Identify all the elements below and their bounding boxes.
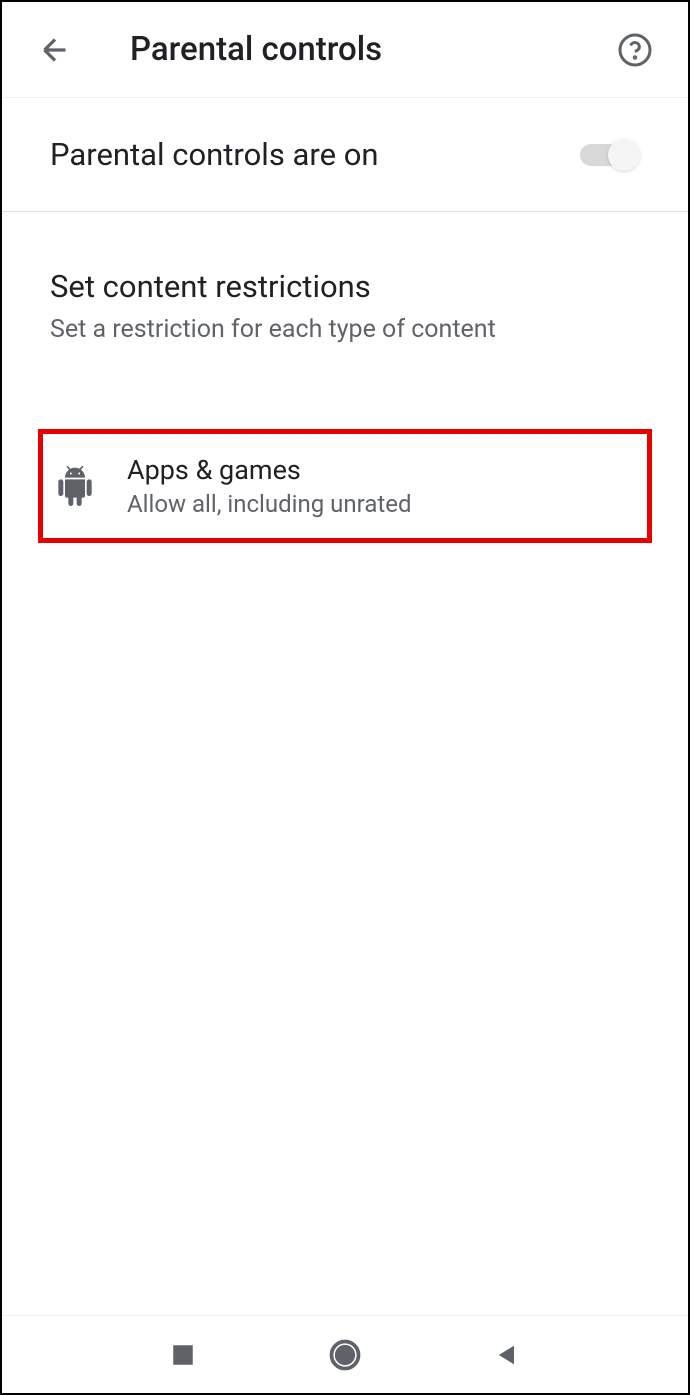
page-title: Parental controls bbox=[130, 30, 610, 69]
android-icon bbox=[51, 462, 99, 510]
list-item-title: Apps & games bbox=[127, 454, 412, 486]
restrictions-title: Set content restrictions bbox=[50, 268, 640, 305]
list-item-text: Apps & games Allow all, including unrate… bbox=[127, 454, 412, 518]
nav-back-button[interactable] bbox=[477, 1325, 537, 1385]
help-circle-icon bbox=[617, 32, 653, 68]
help-button[interactable] bbox=[610, 25, 660, 75]
back-button[interactable] bbox=[30, 25, 80, 75]
circle-icon bbox=[327, 1337, 363, 1373]
arrow-left-icon bbox=[37, 32, 73, 68]
system-nav-bar bbox=[2, 1315, 688, 1393]
app-header: Parental controls bbox=[2, 2, 688, 98]
restrictions-subtitle: Set a restriction for each type of conte… bbox=[50, 315, 640, 344]
restrictions-header: Set content restrictions Set a restricti… bbox=[2, 212, 688, 364]
toggle-label: Parental controls are on bbox=[50, 136, 379, 173]
nav-recent-button[interactable] bbox=[153, 1325, 213, 1385]
apps-games-item[interactable]: Apps & games Allow all, including unrate… bbox=[38, 429, 652, 543]
nav-home-button[interactable] bbox=[315, 1325, 375, 1385]
parental-controls-toggle-row: Parental controls are on bbox=[2, 98, 688, 212]
triangle-left-icon bbox=[493, 1341, 521, 1369]
list-item-subtitle: Allow all, including unrated bbox=[127, 490, 412, 518]
toggle-thumb bbox=[608, 139, 640, 171]
parental-controls-toggle[interactable] bbox=[580, 137, 640, 173]
square-icon bbox=[170, 1342, 196, 1368]
